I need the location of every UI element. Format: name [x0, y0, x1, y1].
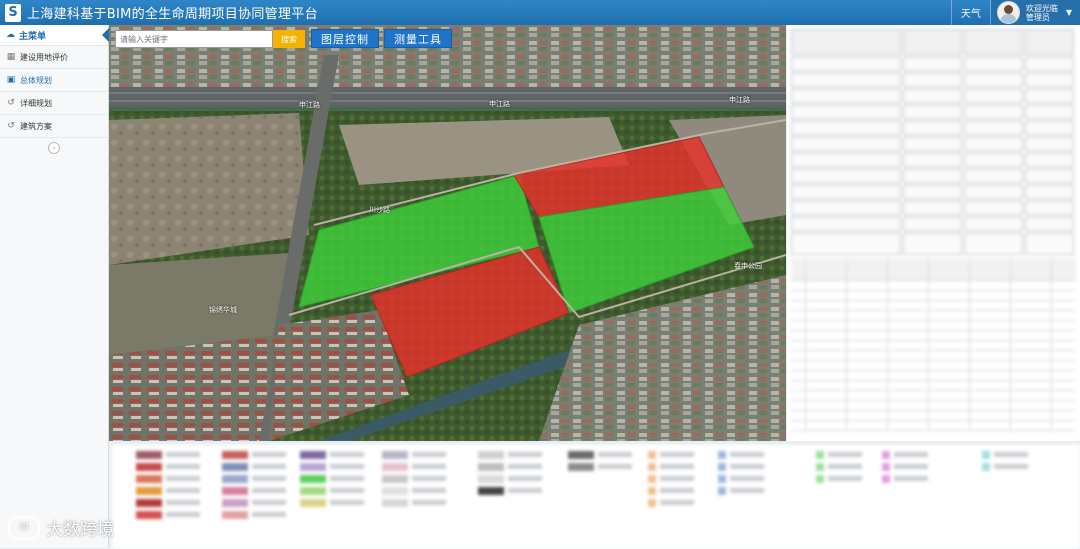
legend-column: [222, 450, 286, 522]
user-info: 欢迎光临 管理员: [1026, 4, 1058, 22]
sidebar-item-master-plan[interactable]: ▣ 总体规划: [0, 69, 108, 92]
top-right-area: 天气 欢迎光临 管理员 ▼: [950, 0, 1080, 25]
user-greeting: 欢迎光临: [1025, 3, 1058, 13]
place-label: 锦绣华城: [209, 306, 237, 314]
map-search: 搜索: [115, 30, 305, 48]
road-label: 申江路: [489, 100, 510, 108]
cloud-icon: ☁: [6, 30, 15, 40]
sidebar-header-label: 主菜单: [19, 31, 47, 42]
avatar[interactable]: [996, 1, 1020, 24]
legend-column: [982, 450, 1028, 474]
app-title: 上海建科基于BIM的全生命周期项目协同管理平台: [27, 7, 318, 22]
place-label: 春申公园: [734, 262, 762, 270]
watermark-text: 大数跨境: [46, 520, 114, 540]
sidebar-header[interactable]: ☁ 主菜单: [0, 25, 109, 46]
user-role: 管理员: [1025, 12, 1050, 22]
legend-column: [882, 450, 928, 486]
summary-table: [791, 29, 1076, 257]
road-label: 申江路: [299, 101, 320, 109]
grid-icon: ▣: [6, 75, 16, 85]
legend-column: [816, 450, 862, 486]
sidebar-item-detailed-plan[interactable]: ↺ 详细规划: [0, 92, 108, 115]
sidebar-item-label: 总体规划: [20, 75, 52, 85]
legend-column: [648, 450, 694, 510]
measure-tool-button[interactable]: 测量工具: [384, 29, 452, 48]
layer-control-button[interactable]: 图层控制: [311, 29, 379, 48]
sidebar-item-label: 建设用地评价: [20, 52, 68, 62]
app-logo: S: [5, 3, 21, 22]
search-input[interactable]: [115, 30, 273, 48]
sidebar-item-land-evaluation[interactable]: ▦ 建设用地评价: [0, 46, 108, 69]
legend-column: [478, 450, 542, 498]
sidebar: ☁ 主菜单 ▦ 建设用地评价 ▣ 总体规划 ↺ 详细规划 ↺ 建筑方案 ‹: [0, 25, 109, 548]
sidebar-item-architecture-scheme[interactable]: ↺ 建筑方案: [0, 115, 108, 138]
legend-column: [382, 450, 446, 510]
building-icon: ▦: [6, 52, 16, 62]
info-panel: [787, 25, 1080, 441]
user-menu[interactable]: 欢迎光临 管理员 ▼: [990, 0, 1080, 25]
sidebar-item-label: 建筑方案: [20, 121, 52, 131]
detail-table: [791, 258, 1076, 431]
satellite-map[interactable]: 搜索 图层控制 测量工具 申江路 申江路 川沙路 申江路 春申公园 锦绣华城: [109, 25, 786, 441]
sidebar-item-label: 详细规划: [20, 98, 52, 108]
watermark-logo-icon: ᗢ: [8, 515, 40, 540]
watermark: ᗢ 大数跨境: [8, 515, 114, 540]
legend-column: [136, 450, 200, 522]
history-icon: ↺: [7, 121, 15, 131]
legend-column: [568, 450, 632, 474]
map-legend: [112, 443, 1080, 549]
legend-column: [718, 450, 764, 498]
caret-down-icon[interactable]: ▼: [1066, 8, 1072, 17]
road-label: 申江路: [729, 96, 750, 104]
search-button[interactable]: 搜索: [273, 30, 305, 48]
legend-column: [300, 450, 364, 510]
road-label: 川沙路: [369, 206, 390, 214]
history-icon: ↺: [7, 98, 15, 108]
chevron-left-icon[interactable]: ‹: [48, 142, 60, 154]
map-canvas[interactable]: [109, 25, 786, 441]
weather-button[interactable]: 天气: [950, 0, 991, 25]
top-bar: S 上海建科基于BIM的全生命周期项目协同管理平台 天气 欢迎光临 管理员 ▼: [0, 0, 1080, 25]
